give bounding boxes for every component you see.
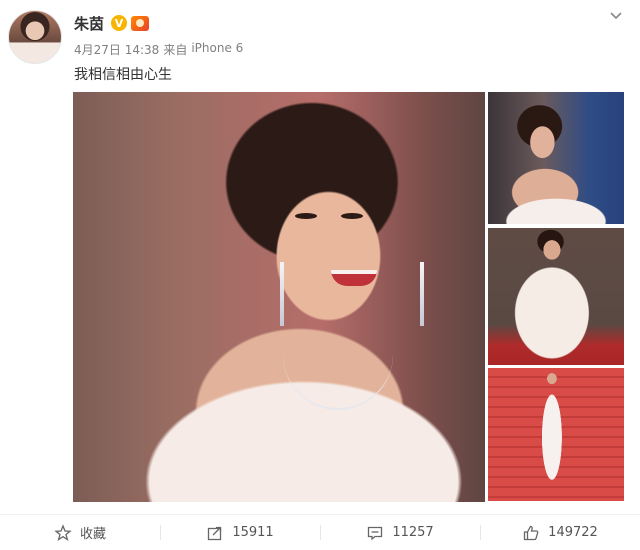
- thumbnail-photo-2[interactable]: [488, 228, 624, 365]
- thumbnail-photo-3[interactable]: [488, 368, 624, 501]
- post-meta: 4月27日 14:38 来自 iPhone 6: [74, 41, 243, 58]
- repost-count: 15911: [232, 525, 274, 540]
- thumbnail-photo-1[interactable]: [488, 92, 624, 224]
- star-icon: [54, 523, 72, 541]
- author-row: 朱茵 V: [74, 12, 150, 34]
- post-date[interactable]: 4月27日 14:38: [74, 41, 159, 58]
- share-arrow-icon: [208, 526, 222, 540]
- like-button[interactable]: 149722: [480, 515, 640, 550]
- post-text: 我相信相由心生: [74, 67, 172, 83]
- photo-detail: [341, 213, 363, 219]
- action-bar: 收藏 15911 11257 149722: [0, 515, 640, 550]
- main-photo[interactable]: [73, 92, 485, 502]
- favorite-button[interactable]: 收藏: [0, 515, 160, 550]
- weibo-post-card: 朱茵 V 4月27日 14:38 来自 iPhone 6 我相信相由心生 收藏: [0, 0, 640, 550]
- photo-detail: [420, 262, 424, 326]
- comment-bubble-icon: [368, 526, 383, 540]
- source-device: iPhone 6: [191, 41, 244, 55]
- thumbs-up-icon: [524, 525, 539, 540]
- photo-detail: [295, 213, 317, 219]
- username[interactable]: 朱茵: [74, 13, 104, 34]
- chevron-down-icon[interactable]: [608, 8, 624, 24]
- member-crown-icon: [131, 15, 150, 31]
- photo-detail: [331, 270, 377, 286]
- photo-detail: [280, 262, 284, 326]
- favorite-label: 收藏: [79, 527, 106, 542]
- source-prefix: 来自: [163, 43, 188, 57]
- repost-button[interactable]: 15911: [160, 515, 320, 550]
- verified-badge-icon: V: [111, 15, 128, 31]
- avatar[interactable]: [8, 10, 62, 64]
- photo-detail: [283, 350, 393, 410]
- like-count: 149722: [548, 525, 598, 540]
- comment-count: 11257: [392, 525, 434, 540]
- comment-button[interactable]: 11257: [320, 515, 480, 550]
